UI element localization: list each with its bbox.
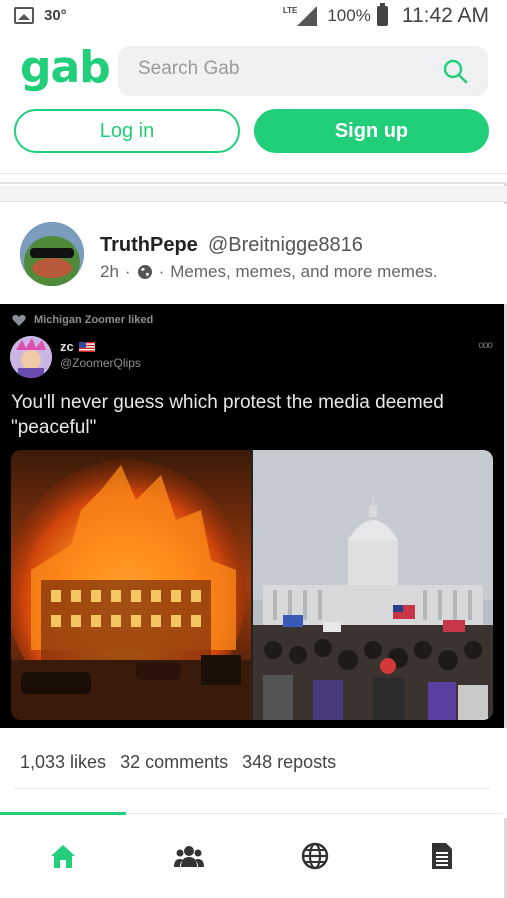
network-type: LTE — [282, 5, 298, 15]
search-input[interactable] — [138, 58, 428, 80]
post-time[interactable]: 2h — [100, 262, 119, 282]
search-box[interactable] — [118, 46, 488, 96]
us-flag-icon — [78, 341, 95, 352]
embed-name-row: zc — [60, 339, 95, 354]
liked-by-text: Michigan Zoomer liked — [34, 314, 154, 326]
temperature: 30° — [44, 7, 67, 24]
embed-name: zc — [60, 339, 74, 354]
heart-icon — [12, 314, 26, 326]
liked-by-row: Michigan Zoomer liked — [12, 314, 153, 326]
news-icon[interactable] — [426, 841, 456, 871]
post-group[interactable]: Memes, memes, and more memes. — [170, 262, 437, 282]
author-avatar[interactable] — [20, 222, 84, 286]
nav-news[interactable] — [378, 836, 504, 876]
nav-active-indicator — [0, 812, 126, 815]
stats-divider — [14, 788, 490, 789]
meta-separator: · — [124, 262, 131, 281]
embed-photo-grid — [11, 450, 493, 720]
more-options-icon: ooo — [478, 340, 493, 351]
photo-burning-building — [11, 450, 251, 720]
login-button[interactable]: Log in — [14, 109, 240, 153]
feed-spacer — [0, 186, 507, 202]
author-name[interactable]: TruthPepe — [100, 234, 198, 257]
reposts-count[interactable]: 348 reposts — [242, 752, 336, 773]
explore-globe-icon[interactable] — [300, 841, 330, 871]
nav-home[interactable] — [0, 836, 126, 876]
signup-button[interactable]: Sign up — [254, 109, 489, 153]
home-icon[interactable] — [48, 841, 78, 871]
embed-avatar — [10, 336, 52, 378]
search-icon[interactable] — [442, 58, 468, 84]
battery-icon — [376, 3, 388, 26]
app-header: gab Log in Sign up — [0, 34, 507, 174]
bottom-nav — [0, 812, 504, 898]
embed-text: You'll never guess which protest the med… — [11, 392, 444, 438]
public-globe-icon — [137, 265, 152, 279]
divider — [0, 174, 507, 184]
likes-count[interactable]: 1,033 likes — [20, 752, 106, 773]
clock: 11:42 AM — [401, 4, 489, 27]
comments-count[interactable]: 32 comments — [120, 752, 228, 773]
embed-handle: @ZoomerQlips — [60, 356, 141, 370]
post-media-image[interactable]: Michigan Zoomer liked zc @ZoomerQlips oo… — [0, 304, 504, 728]
nav-groups[interactable] — [126, 836, 252, 876]
post-stats: 1,033 likes 32 comments 348 reposts — [0, 728, 507, 818]
gab-logo[interactable]: gab — [20, 42, 111, 93]
meta-separator-2: · — [158, 262, 165, 281]
author-handle[interactable]: @Breitnigge8816 — [208, 234, 363, 257]
photo-capitol-crowd — [253, 450, 493, 720]
post-meta: 2h · · Memes, memes, and more memes. — [100, 262, 438, 282]
status-bar: 30° LTE 100% 11:42 AM — [0, 0, 507, 34]
battery-percent: 100% — [327, 6, 371, 25]
groups-icon[interactable] — [174, 841, 204, 871]
signal-icon — [297, 6, 318, 26]
gallery-notification-icon — [14, 7, 34, 24]
post-header: TruthPepe @Breitnigge8816 2h · · Memes, … — [0, 204, 507, 304]
nav-explore[interactable] — [252, 836, 378, 876]
